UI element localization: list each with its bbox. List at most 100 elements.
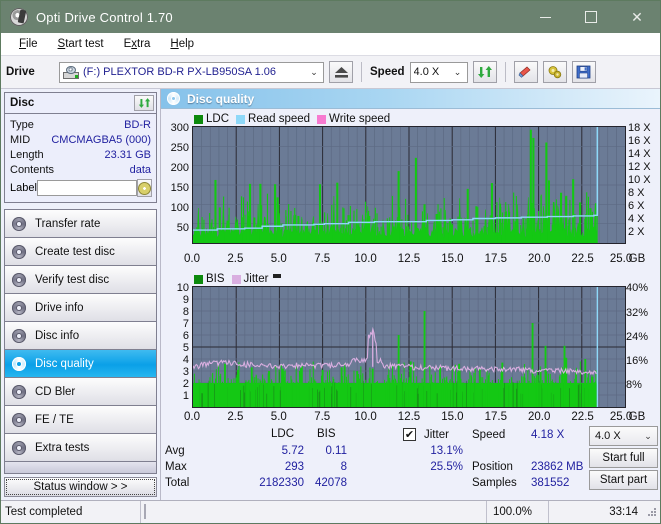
disc-row-key: Type (10, 118, 34, 131)
charts-area: LDC Read speed Write speed 300 250 200 1… (161, 109, 660, 500)
refresh-icon (477, 66, 492, 78)
drive-select[interactable]: (F:) PLEXTOR BD-R PX-LB950SA 1.06 ⌄ (59, 61, 324, 83)
elapsed-time: 33:14 (548, 500, 646, 523)
disc-label-button[interactable] (136, 179, 152, 197)
disc-icon (11, 384, 28, 400)
stats-row-total: Total (165, 477, 190, 489)
disc-row-key: Length (10, 148, 44, 161)
speed-select-value: 4.0 X (413, 66, 440, 78)
disc-row-value: CMCMAGBA5 (000) (51, 133, 151, 146)
sidebar-item-verify-test-disc[interactable]: Verify test disc (5, 266, 156, 294)
menu-start-test[interactable]: Start test (48, 36, 114, 52)
samples-stat-label: Samples (472, 477, 517, 489)
sidebar-item-label: Disc info (35, 329, 80, 342)
sidebar-item-label: Drive info (35, 301, 84, 314)
disc-row-value: BD-R (124, 118, 151, 131)
chart-bis: BIS Jitter 10 9 8 7 6 5 4 3 2 1 40% 32% … (161, 268, 660, 426)
refresh-button[interactable] (472, 61, 497, 83)
x-tick: 7.5 (314, 253, 331, 265)
y-tick: 8 (182, 306, 189, 318)
sidebar-item-create-test-disc[interactable]: Create test disc (5, 238, 156, 266)
stats-col-ldc: LDC (271, 428, 295, 440)
sidebar-item-label: Extra tests (35, 441, 90, 454)
legend-swatch (194, 274, 203, 284)
disc-label-row: Label (10, 178, 152, 198)
position-stat-label: Position (472, 461, 513, 473)
disc-icon (11, 300, 28, 316)
minimize-icon (539, 16, 551, 18)
y-tick: 50 (176, 222, 189, 234)
start-part-label: Start part (599, 474, 648, 486)
sidebar-item-extra-tests[interactable]: Extra tests (5, 434, 156, 462)
window-title: Opti Drive Control 1.70 (36, 9, 173, 25)
x-tick: 2.5 (227, 253, 244, 265)
sidebar-item-transfer-rate[interactable]: Transfer rate (5, 210, 156, 238)
start-part-button[interactable]: Start part (589, 470, 658, 490)
jitter-checkbox[interactable]: ✔ (403, 428, 416, 441)
stats-row-avg: Avg (165, 445, 185, 457)
y-tick: 100 (170, 202, 189, 214)
legend-label: LDC (206, 113, 230, 125)
disc-label-key: Label (10, 182, 37, 194)
speed-select[interactable]: 4.0 X ⌄ (409, 61, 468, 83)
position-stat-value: 23862 MB (531, 461, 584, 473)
stats-col-bis: BIS (317, 428, 336, 440)
erase-button[interactable] (513, 61, 538, 83)
sidebar-item-label: CD Bler (35, 385, 76, 398)
sidebar-item-disc-info[interactable]: Disc info (5, 322, 156, 350)
disc-label-input[interactable] (36, 180, 137, 196)
legend-item-bis: BIS (194, 273, 225, 285)
menu-help[interactable]: Help (160, 36, 204, 52)
jitter-label: Jitter (424, 429, 449, 441)
chart-ldc-plot (192, 126, 626, 244)
settings-button[interactable] (542, 61, 567, 83)
y2-tick: 18 X (628, 122, 651, 134)
status-window-button[interactable]: Status window > > (4, 477, 157, 497)
x-axis-unit: GB (628, 253, 646, 265)
save-button[interactable] (571, 61, 596, 83)
y2-tick: 40% (626, 282, 649, 294)
sidebar-item-disc-quality[interactable]: Disc quality (5, 350, 156, 378)
menu-extra[interactable]: Extra (114, 36, 161, 52)
sidebar-item-cd-bler[interactable]: CD Bler (5, 378, 156, 406)
gears-icon (548, 66, 561, 79)
close-button[interactable]: ✕ (614, 1, 660, 33)
chart-ldc-legend: LDC Read speed Write speed (194, 112, 660, 126)
x-tick: 5.0 (270, 253, 287, 265)
legend-label: Jitter (243, 273, 269, 285)
sidebar-item-fe-te[interactable]: FE / TE (5, 406, 156, 434)
maximize-button[interactable] (568, 1, 614, 33)
test-speed-select[interactable]: 4.0 X ⌄ (589, 426, 658, 446)
eject-button[interactable] (329, 61, 353, 83)
y-tick: 10 (176, 282, 189, 294)
legend-swatch (236, 114, 246, 124)
x-tick: 10.0 (354, 253, 377, 265)
resize-grip-icon[interactable] (646, 506, 658, 518)
x-tick: 17.5 (484, 253, 507, 265)
disc-info-rows: Type BD-R MID CMCMAGBA5 (000) Length 23.… (5, 114, 156, 202)
x-tick: 5.0 (270, 411, 287, 423)
cd-disc-icon (137, 181, 151, 195)
x-tick: 0.0 (184, 411, 200, 423)
floppy-save-icon (576, 65, 591, 79)
x-tick: 17.5 (484, 411, 507, 423)
x-tick: 22.5 (571, 253, 594, 265)
start-full-button[interactable]: Start full (589, 448, 658, 468)
menu-file[interactable]: File (9, 36, 48, 52)
y2-tick: 14 X (628, 148, 651, 160)
x-tick: 12.5 (397, 253, 421, 265)
y-tick: 1 (182, 390, 189, 402)
x-tick: 10.0 (354, 411, 377, 423)
y-tick: 9 (182, 294, 189, 306)
chart-ldc-plot-wrap: 300 250 200 150 100 50 18 X 16 X 14 X 12… (161, 122, 660, 253)
legend-swatch (194, 114, 203, 124)
legend-item-write-speed: Write speed (317, 113, 390, 125)
legend-swatch (231, 274, 241, 284)
sidebar-item-drive-info[interactable]: Drive info (5, 294, 156, 322)
minimize-button[interactable] (522, 1, 568, 33)
disc-refresh-button[interactable] (134, 95, 154, 111)
title-bar: Opti Drive Control 1.70 ✕ (1, 1, 660, 33)
disc-icon (11, 272, 28, 288)
x-tick: 20.0 (527, 253, 551, 265)
x-tick: 20.0 (527, 411, 551, 423)
